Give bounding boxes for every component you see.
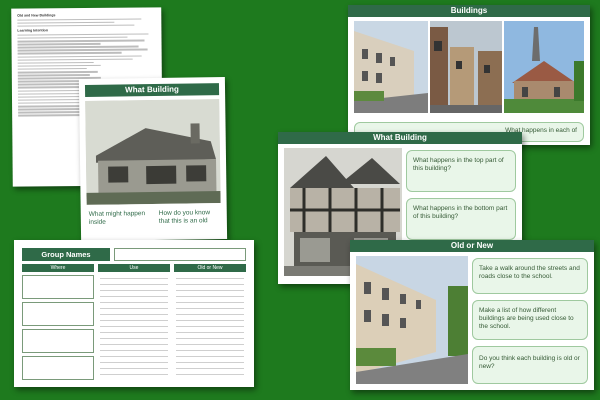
column-header-where: Where xyxy=(22,264,94,272)
old-or-new-title: Old or New xyxy=(350,240,594,252)
house-photo xyxy=(85,99,221,205)
task-old-or-new: Do you think each building is old or new… xyxy=(472,346,588,384)
terraced-street-photo xyxy=(354,21,428,113)
caption-right: How do you know that this is an old xyxy=(158,209,211,225)
question-bottom-part: What happens in the bottom part of this … xyxy=(406,198,516,240)
task-walk: Take a walk around the streets and roads… xyxy=(472,258,588,294)
where-cell-2[interactable] xyxy=(22,302,94,326)
street-photo xyxy=(356,256,468,384)
worksheet-heading-1: Old and New Buildings xyxy=(17,13,56,18)
question-top-part: What happens in the top part of this bui… xyxy=(406,150,516,192)
caption-left: What might happen inside xyxy=(88,210,146,226)
column-header-use: Use xyxy=(98,264,170,272)
what-building-title: What Building xyxy=(84,83,220,97)
where-cell-4[interactable] xyxy=(22,356,94,380)
buildings-slide: Buildings What happens in each of xyxy=(348,5,590,145)
column-header-old-or-new: Old or New xyxy=(174,264,246,272)
where-cell-1[interactable] xyxy=(22,275,94,299)
what-building-slide-title: What Building xyxy=(278,132,522,144)
where-cell-3[interactable] xyxy=(22,329,94,353)
worksheet-heading-2: Learning Intention xyxy=(17,28,48,33)
group-names-input[interactable] xyxy=(114,248,246,261)
use-lines[interactable] xyxy=(100,278,168,375)
old-street-photo xyxy=(430,21,502,113)
group-names-title: Group Names xyxy=(22,248,110,261)
task-list: Make a list of how different buildings a… xyxy=(472,300,588,340)
old-or-new-slide: Old or New Take a walk around the street… xyxy=(350,240,594,390)
old-or-new-lines[interactable] xyxy=(176,278,244,375)
group-names-card: Group Names Where Use Old or New xyxy=(14,240,254,387)
what-building-card: What Building What might happen inside H… xyxy=(78,76,228,242)
church-photo xyxy=(504,21,584,113)
buildings-title: Buildings xyxy=(348,5,590,17)
